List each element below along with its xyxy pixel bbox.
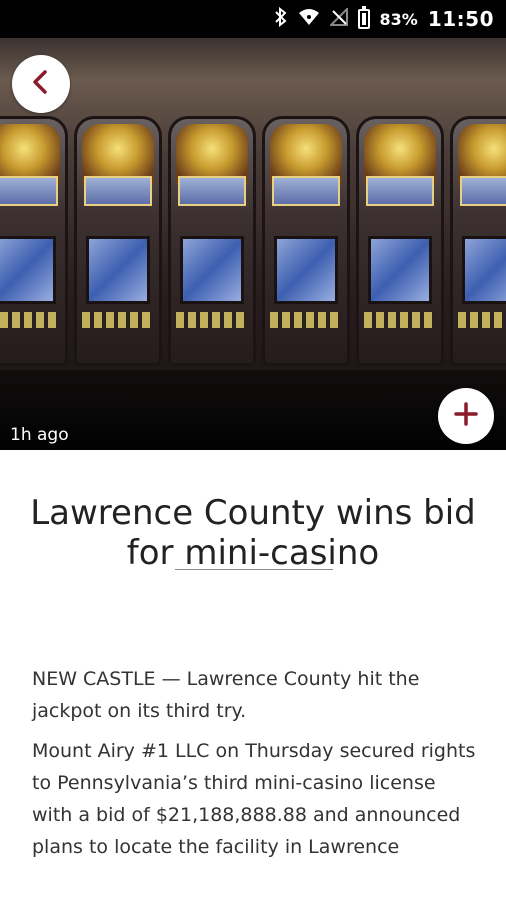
timestamp: 1h ago [10,425,69,445]
clock: 11:50 [427,7,494,31]
slot-machine [450,116,506,366]
article-headline: Lawrence County wins bid for mini-casino [30,492,476,573]
status-bar: 83% 11:50 [0,0,506,38]
article-body: NEW CASTLE — Lawrence County hit the jac… [32,663,478,871]
slot-machine [74,116,162,366]
slot-machine [262,116,350,366]
slot-machine [168,116,256,366]
slot-machines-image [0,116,506,366]
slot-machine [0,116,68,366]
chevron-left-icon [28,69,54,100]
divider [175,569,333,570]
article-paragraph: Mount Airy #1 LLC on Thursday secured ri… [32,740,476,858]
back-button[interactable] [12,55,70,113]
slot-machine [356,116,444,366]
battery-percent: 83% [379,9,418,29]
hero-image [0,38,506,450]
add-button[interactable] [438,388,494,444]
battery-icon [357,6,370,29]
wifi-icon [298,8,320,30]
bluetooth-icon [274,6,288,31]
signal-icon [328,6,348,30]
article-paragraph: NEW CASTLE — Lawrence County hit the jac… [32,668,420,722]
plus-icon [453,401,479,432]
